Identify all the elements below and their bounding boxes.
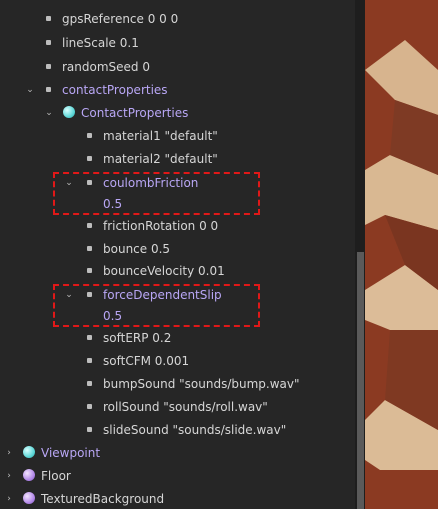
cyan-node-icon bbox=[63, 106, 75, 118]
field-label: bumpSound "sounds/bump.wav" bbox=[103, 377, 300, 391]
field-label: material1 "default" bbox=[103, 129, 218, 143]
chevron-down-icon[interactable]: ⌄ bbox=[64, 173, 74, 193]
chevron-down-icon[interactable]: ⌄ bbox=[64, 285, 74, 305]
field-label: gpsReference 0 0 0 bbox=[62, 12, 179, 26]
bullet-icon bbox=[87, 427, 92, 432]
checkered-floor-image bbox=[365, 0, 438, 509]
bullet-icon bbox=[87, 223, 92, 228]
vertical-scrollbar[interactable] bbox=[355, 0, 365, 509]
node-label: ContactProperties bbox=[81, 106, 189, 120]
bullet-icon bbox=[87, 292, 92, 297]
bullet-icon bbox=[87, 268, 92, 273]
bullet-icon bbox=[87, 180, 92, 185]
field-label: softERP 0.2 bbox=[103, 331, 172, 345]
bullet-icon bbox=[87, 404, 92, 409]
bullet-icon bbox=[46, 87, 51, 92]
bullet-icon bbox=[46, 40, 51, 45]
field-label: lineScale 0.1 bbox=[62, 36, 139, 50]
node-label: TexturedBackground bbox=[41, 492, 165, 506]
chevron-down-icon[interactable]: ⌄ bbox=[44, 103, 54, 123]
bullet-icon bbox=[87, 358, 92, 363]
field-label: material2 "default" bbox=[103, 152, 218, 166]
bullet-icon bbox=[46, 16, 51, 21]
node-label: Floor bbox=[41, 469, 71, 483]
field-label: randomSeed 0 bbox=[62, 60, 150, 74]
node-label: Viewpoint bbox=[41, 446, 101, 460]
field-label: bounce 0.5 bbox=[103, 242, 171, 256]
3d-viewport[interactable] bbox=[365, 0, 438, 509]
scrollbar-thumb[interactable] bbox=[357, 252, 364, 509]
chevron-right-icon[interactable]: › bbox=[4, 443, 14, 463]
field-label: rollSound "sounds/roll.wav" bbox=[103, 400, 268, 414]
field-value[interactable]: 0.5 bbox=[103, 306, 122, 326]
bullet-icon bbox=[87, 246, 92, 251]
field-label: contactProperties bbox=[62, 83, 168, 97]
field-label: coulombFriction bbox=[103, 176, 199, 190]
field-label: forceDependentSlip bbox=[103, 288, 222, 302]
bullet-icon bbox=[87, 133, 92, 138]
bullet-icon bbox=[46, 64, 51, 69]
field-label: softCFM 0.001 bbox=[103, 354, 190, 368]
field-label: bounceVelocity 0.01 bbox=[103, 264, 225, 278]
field-value[interactable]: 0.5 bbox=[103, 194, 122, 214]
chevron-right-icon[interactable]: › bbox=[4, 489, 14, 509]
bullet-icon bbox=[87, 381, 92, 386]
field-label: frictionRotation 0 0 bbox=[103, 219, 219, 233]
scene-tree: gpsReference 0 0 0 lineScale 0.1 randomS… bbox=[0, 0, 355, 509]
chevron-right-icon[interactable]: › bbox=[4, 466, 14, 486]
field-label: slideSound "sounds/slide.wav" bbox=[103, 423, 287, 437]
purple-node-icon bbox=[23, 469, 35, 481]
cyan-node-icon bbox=[23, 446, 35, 458]
chevron-down-icon[interactable]: ⌄ bbox=[25, 80, 35, 100]
bullet-icon bbox=[87, 156, 92, 161]
bullet-icon bbox=[87, 335, 92, 340]
purple-node-icon bbox=[23, 492, 35, 504]
